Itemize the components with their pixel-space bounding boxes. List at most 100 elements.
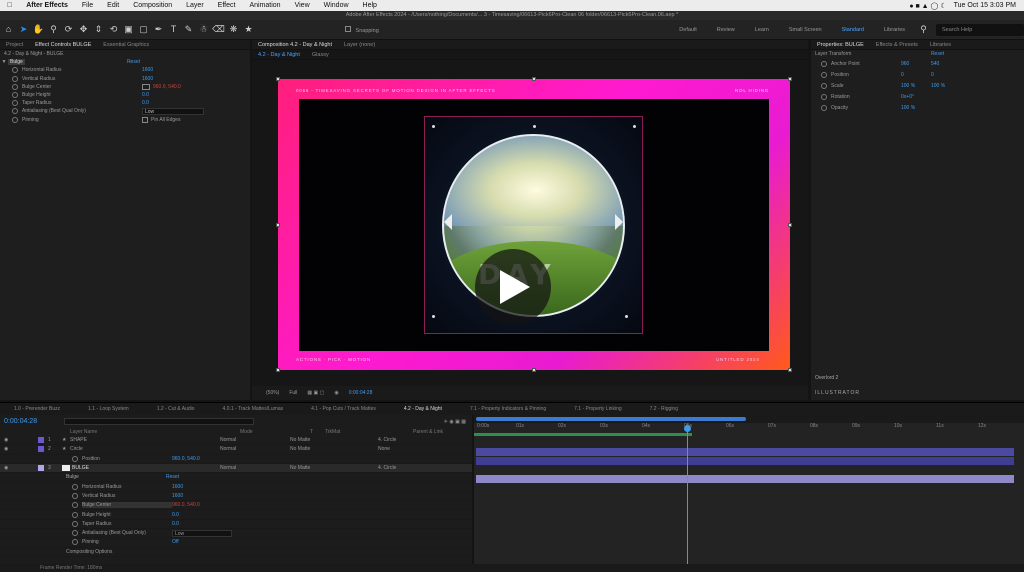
pen-tool-icon[interactable]: ✒ xyxy=(152,23,165,36)
effect-name[interactable]: Bulge xyxy=(8,59,25,66)
brush-tool-icon[interactable]: ✎ xyxy=(182,23,195,36)
stopwatch-icon[interactable] xyxy=(72,520,78,527)
illustrator-label[interactable]: ILLUSTRATOR xyxy=(815,390,860,396)
stopwatch-icon[interactable] xyxy=(12,67,18,74)
timeline-switch-icons[interactable]: ☀ ◉ ▣ ▦ xyxy=(444,419,466,425)
layer-trkmat[interactable]: No Matte xyxy=(290,437,378,443)
workspace-default[interactable]: Default xyxy=(669,27,706,33)
tab-effect-controls[interactable]: Effect Controls BULGE xyxy=(29,42,97,48)
transform-row[interactable]: Position 0 0 xyxy=(811,69,1024,80)
track-bar-circle[interactable] xyxy=(476,457,1014,465)
layer-parent[interactable]: 4. Circle xyxy=(378,465,396,471)
col-parent[interactable]: Parent & Link xyxy=(413,429,443,435)
prop-value[interactable]: 960.0, 540.0 xyxy=(172,456,200,462)
fx-icon[interactable]: ▼ xyxy=(0,59,8,65)
prop-value[interactable]: 1600 xyxy=(142,67,153,73)
prop-value[interactable]: 1600 xyxy=(142,76,153,82)
layer-row[interactable]: ◉ 2 ★ Circle Normal No Matte None xyxy=(0,445,472,455)
tab-comp-4[interactable]: 4.0.1 - Track Mattes/Lumas xyxy=(209,406,298,412)
rotate-tool-icon[interactable]: ⟲ xyxy=(107,23,120,36)
label-color[interactable] xyxy=(38,446,44,453)
search-help-input[interactable]: Search Help xyxy=(936,23,1024,36)
track-bar-bulge[interactable] xyxy=(476,475,1014,483)
transform-v2[interactable]: 100 % xyxy=(931,83,945,89)
menu-edit[interactable]: Edit xyxy=(100,2,126,9)
col-trkmat[interactable]: TrkMat xyxy=(325,429,413,435)
effect-prop-row[interactable]: Compositing Options xyxy=(0,548,472,557)
stopwatch-icon[interactable] xyxy=(821,93,827,100)
puppet-tool-icon[interactable]: ★ xyxy=(242,23,255,36)
zoom-tool-icon[interactable]: ⚲ xyxy=(47,23,60,36)
resolution-dropdown[interactable]: Full xyxy=(289,390,297,396)
stopwatch-icon[interactable] xyxy=(12,100,18,107)
effect-prop-row[interactable]: Vertical Radius 1600 xyxy=(0,492,472,502)
anchor-tool-icon[interactable]: ▣ xyxy=(122,23,135,36)
prop-label[interactable]: Compositing Options xyxy=(66,549,166,555)
stopwatch-icon[interactable] xyxy=(72,511,78,518)
layer-handle-dot[interactable] xyxy=(533,125,536,128)
col-t[interactable]: T xyxy=(310,429,325,435)
col-mode[interactable]: Mode xyxy=(240,429,310,435)
tab-comp-1[interactable]: 1.0 - Prerender Buzz xyxy=(0,406,74,412)
effect-prop-row[interactable]: Bulge Reset xyxy=(0,473,472,483)
selection-tool-icon[interactable]: ➤ xyxy=(17,23,30,36)
stopwatch-icon[interactable] xyxy=(821,71,827,78)
stopwatch-icon[interactable] xyxy=(12,108,18,115)
menu-help[interactable]: Help xyxy=(356,2,384,9)
transform-v1[interactable]: 100 % xyxy=(901,105,931,111)
camera-icon[interactable]: ◉ xyxy=(334,390,338,396)
track-bar-shape[interactable] xyxy=(476,448,1014,456)
effect-header[interactable]: ▼ Bulge Reset xyxy=(0,58,250,66)
tab-comp-8[interactable]: 7.1 - Property Linking xyxy=(560,406,636,412)
layer-mode[interactable]: Normal xyxy=(220,465,290,471)
layer-handle-dot[interactable] xyxy=(432,125,435,128)
zoom-dropdown[interactable]: (50%) xyxy=(266,390,279,396)
pin-checkbox[interactable] xyxy=(142,116,148,123)
stopwatch-icon[interactable] xyxy=(72,455,78,462)
transform-v1[interactable]: 100 % xyxy=(901,83,931,89)
eraser-tool-icon[interactable]: ⌫ xyxy=(212,23,225,36)
tab-comp-3[interactable]: 1.2 - Cut & Audio xyxy=(143,406,209,412)
transform-handle[interactable] xyxy=(276,77,280,81)
orbit-tool-icon[interactable]: ⟳ xyxy=(62,23,75,36)
tab-essential-graphics[interactable]: Essential Graphics xyxy=(97,42,155,48)
effect-prop-row[interactable]: Bulge Height 0.0 xyxy=(0,510,472,520)
prop-value[interactable]: 960.0, 540.0 xyxy=(172,502,200,508)
prop-value[interactable]: Off xyxy=(172,539,179,545)
layer-handle-dot[interactable] xyxy=(633,125,636,128)
eye-icon[interactable]: ◉ xyxy=(0,437,38,443)
crosshair-icon[interactable] xyxy=(142,83,150,90)
clone-tool-icon[interactable]: ☃ xyxy=(197,23,210,36)
tab-comp-9[interactable]: 7.2 - Rigging xyxy=(636,406,692,412)
transform-handle[interactable] xyxy=(532,368,536,372)
stopwatch-icon[interactable] xyxy=(821,104,827,111)
layer-parent[interactable]: None xyxy=(378,446,390,452)
effect-prop-row[interactable]: Bulge Height 0.0 xyxy=(0,91,250,99)
tab-effects-presets[interactable]: Effects & Presets xyxy=(870,42,924,48)
workspace-standard[interactable]: Standard xyxy=(832,27,874,33)
effect-prop-row[interactable]: Horizontal Radius 1600 xyxy=(0,66,250,74)
effect-prop-row[interactable]: Pinning Pin All Edges xyxy=(0,116,250,124)
overlord-panel-title[interactable]: Overlord 2 xyxy=(815,375,838,381)
pan-tool-icon[interactable]: ✥ xyxy=(77,23,90,36)
snapping-toggle[interactable]: Snapping xyxy=(345,25,379,34)
work-area-bar[interactable] xyxy=(474,415,1024,423)
workspace-small-screen[interactable]: Small Screen xyxy=(779,27,832,33)
menu-file[interactable]: File xyxy=(75,2,100,9)
reset-transform[interactable]: Reset xyxy=(931,51,944,57)
layer-mode[interactable]: Normal xyxy=(220,437,290,443)
label-color[interactable] xyxy=(38,437,44,444)
play-icon[interactable] xyxy=(500,270,530,304)
prop-value[interactable]: 1600 xyxy=(172,493,183,499)
stopwatch-icon[interactable] xyxy=(12,75,18,82)
transform-row[interactable]: Anchor Point 960 540 xyxy=(811,58,1024,69)
menu-app-name[interactable]: After Effects xyxy=(19,2,75,9)
col-layer-name[interactable]: Layer Name xyxy=(70,429,170,435)
transform-row[interactable]: Rotation 0x+0° xyxy=(811,91,1024,102)
roto-tool-icon[interactable]: ❋ xyxy=(227,23,240,36)
effect-prop-row[interactable]: Pinning Off xyxy=(0,538,472,548)
right-arrow-icon[interactable] xyxy=(615,214,623,230)
stopwatch-icon[interactable] xyxy=(12,116,18,123)
stopwatch-icon[interactable] xyxy=(72,502,78,509)
effect-prop-row[interactable]: Taper Radius 0.0 xyxy=(0,99,250,107)
